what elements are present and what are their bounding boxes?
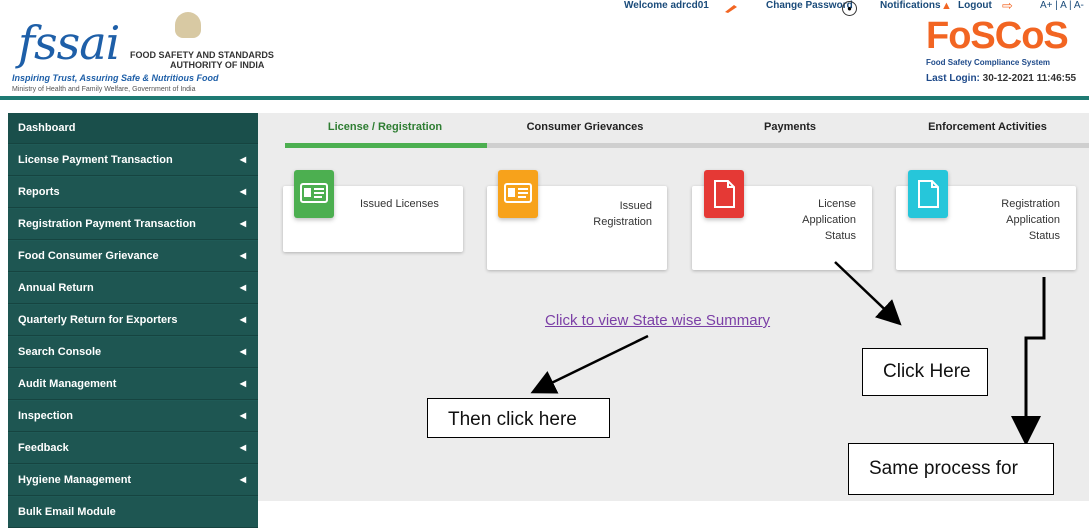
same-process-callout: Same process for bbox=[848, 443, 1054, 495]
sidebar-item-label: Bulk Email Module bbox=[18, 506, 116, 518]
then-click-callout: Then click here bbox=[427, 398, 610, 438]
sidebar-item-bulk-email-module[interactable]: Bulk Email Module bbox=[8, 497, 258, 528]
click-here-callout: Click Here bbox=[862, 348, 988, 396]
